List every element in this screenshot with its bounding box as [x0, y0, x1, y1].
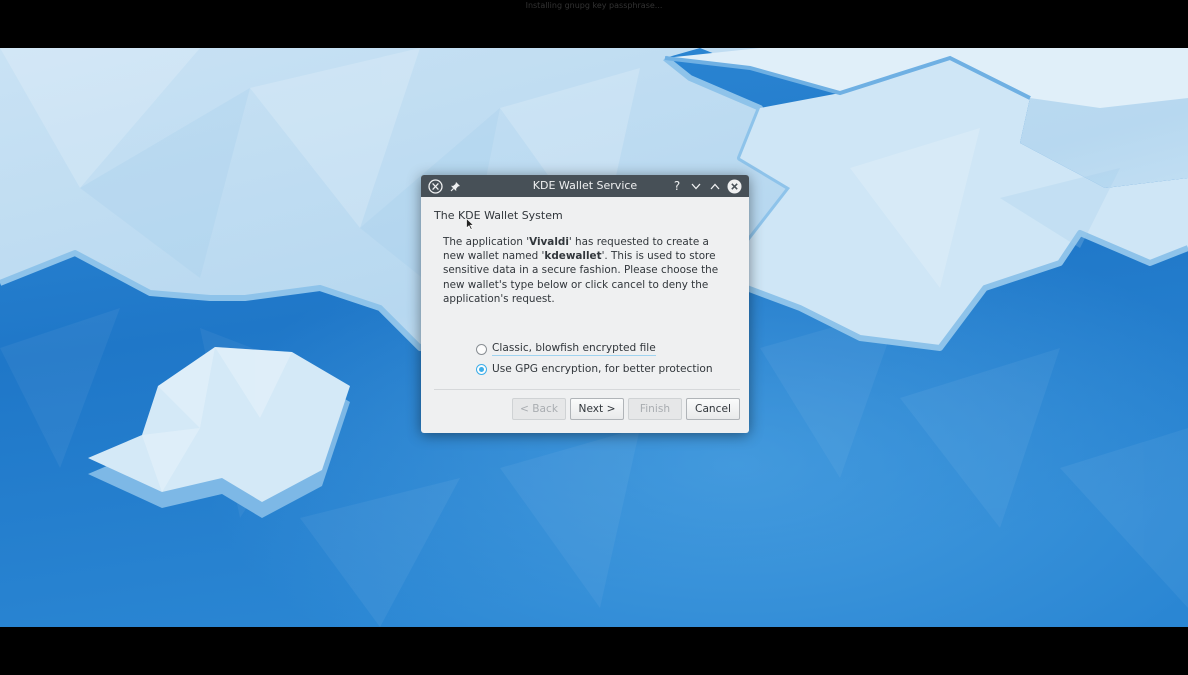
next-button[interactable]: Next > — [570, 398, 624, 420]
back-button[interactable]: < Back — [512, 398, 566, 420]
screen: Installing gnupg key passphrase... KDE W… — [0, 0, 1188, 675]
chevron-down-icon[interactable] — [688, 178, 704, 194]
chevron-up-icon[interactable] — [707, 178, 723, 194]
finish-button[interactable]: Finish — [628, 398, 682, 420]
app-name: Vivaldi — [529, 236, 569, 248]
kde-wallet-dialog: KDE Wallet Service ? The KDE Wallet Syst… — [421, 175, 749, 433]
cancel-button[interactable]: Cancel — [686, 398, 740, 420]
option-classic[interactable]: Classic, blowfish encrypted file — [476, 342, 656, 356]
message-text-1: The application ' — [443, 236, 530, 248]
option-gpg-label[interactable]: Use GPG encryption, for better protectio… — [492, 363, 713, 375]
close-icon[interactable] — [726, 178, 742, 194]
wallet-name: kdewallet — [544, 250, 602, 263]
mouse-cursor-icon — [466, 218, 474, 230]
dialog-titlebar[interactable]: KDE Wallet Service ? — [421, 175, 749, 197]
option-gpg[interactable]: Use GPG encryption, for better protectio… — [476, 363, 713, 375]
button-separator — [434, 389, 740, 390]
help-icon[interactable]: ? — [669, 178, 685, 194]
radio-gpg[interactable] — [476, 363, 487, 375]
radio-classic[interactable] — [476, 343, 487, 355]
option-classic-label[interactable]: Classic, blowfish encrypted file — [492, 342, 656, 356]
page-heading: The KDE Wallet System — [434, 209, 563, 222]
top-caption: Installing gnupg key passphrase... — [525, 1, 663, 10]
request-message: The application 'Vivaldi' has requested … — [443, 235, 728, 306]
